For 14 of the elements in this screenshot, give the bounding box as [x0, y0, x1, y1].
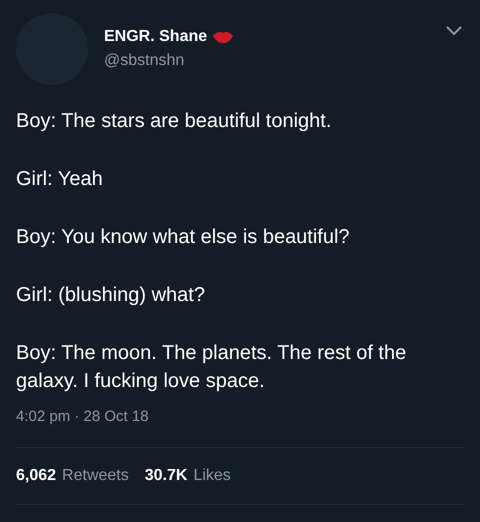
display-name: ENGR. Shane [104, 27, 208, 47]
chevron-down-icon[interactable] [446, 26, 462, 36]
timestamp: 4:02 pm · 28 Oct 18 [16, 408, 149, 425]
lips-icon [212, 30, 234, 44]
tweet-text: Boy: The stars are beautiful tonight. [16, 109, 332, 134]
tweet-text: Girl: Yeah [16, 167, 104, 192]
tweet-text: Boy: The moon. The planets. The rest of the galaxy. I fucking love space. [16, 341, 408, 394]
username: @sbstnshn [104, 51, 186, 71]
stat-count: 6,062 [16, 466, 56, 486]
tweet-text: Boy: You know what else is beautiful? [16, 225, 351, 250]
stat-label[interactable]: Retweets [62, 464, 129, 488]
stat-count: 30.7K [144, 466, 188, 486]
tweet-text: Girl: (blushing) what? [16, 283, 206, 308]
stat-label[interactable]: Likes [193, 464, 231, 488]
